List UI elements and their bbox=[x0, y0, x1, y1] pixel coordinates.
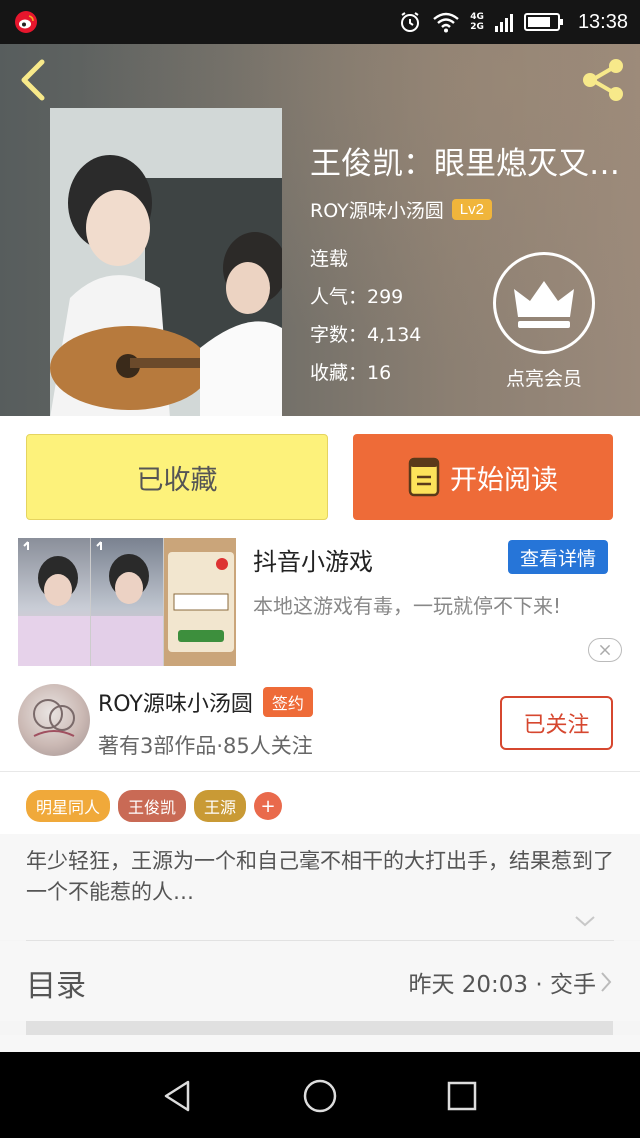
author-name-row: ROY源味小汤圆 签约 bbox=[98, 686, 313, 718]
tag-list: 明星同人 王俊凯 王源 + bbox=[26, 790, 283, 822]
level-badge: Lv2 bbox=[451, 199, 492, 220]
tag-chip[interactable]: 明星同人 bbox=[26, 790, 111, 822]
alarm-icon bbox=[401, 12, 420, 32]
author-meta: 著有3部作品·85人关注 bbox=[98, 734, 313, 758]
book-cover[interactable] bbox=[50, 108, 282, 416]
close-icon[interactable] bbox=[588, 638, 622, 662]
author-name[interactable]: ROY源味小汤圆 bbox=[310, 196, 444, 223]
chevron-right-icon bbox=[601, 972, 612, 992]
tags-area: 明星同人 王俊凯 王源 + bbox=[0, 772, 640, 834]
add-tag-button[interactable]: + bbox=[254, 792, 283, 820]
book-icon bbox=[408, 457, 440, 497]
cover-illustration bbox=[50, 108, 282, 416]
latest-chapter: 昨天 20:03 · 交手 bbox=[408, 972, 596, 998]
chevron-down-icon[interactable] bbox=[574, 914, 596, 928]
ad-panel-art bbox=[91, 541, 163, 666]
ad-panel-art bbox=[168, 552, 234, 652]
synopsis-text: 年少轻狂，王源为一个和自己毫不相干的大打出手，结果惹到了一个不能惹的人… bbox=[26, 849, 614, 904]
weibo-icon bbox=[15, 11, 37, 33]
favorited-button[interactable]: 已收藏 bbox=[26, 434, 328, 520]
vip-button[interactable] bbox=[493, 252, 595, 354]
word-count-stat: 字数：4,134 bbox=[310, 324, 422, 346]
wifi-icon bbox=[433, 12, 460, 33]
action-buttons: 已收藏 开始阅读 bbox=[0, 416, 640, 532]
system-nav-bar bbox=[0, 1052, 640, 1138]
book-header: 王俊凯：眼里熄灭又… ROY源味小汤圆 Lv2 连载 人气：299 字数：4,1… bbox=[0, 44, 640, 416]
author-card-name[interactable]: ROY源味小汤圆 bbox=[98, 686, 253, 718]
follow-button[interactable]: 已关注 bbox=[500, 696, 613, 750]
chapter-list-placeholder bbox=[26, 1021, 613, 1035]
ad-panel-art bbox=[18, 541, 90, 666]
back-arrow-icon[interactable] bbox=[14, 58, 54, 102]
status-bar: 4G 2G 13:38 bbox=[0, 0, 640, 44]
author-row[interactable]: ROY源味小汤圆 Lv2 bbox=[310, 196, 492, 223]
network-top-label: 4G bbox=[470, 12, 484, 22]
ad-detail-button[interactable]: 查看详情 bbox=[508, 540, 608, 574]
ad-image-panel-3 bbox=[164, 538, 236, 666]
synopsis[interactable]: 年少轻狂，王源为一个和自己毫不相干的大打出手，结果惹到了一个不能惹的人… bbox=[0, 834, 640, 940]
ad-image-panel-2 bbox=[91, 538, 164, 666]
start-reading-button[interactable]: 开始阅读 bbox=[353, 434, 613, 520]
serial-status: 连载 bbox=[310, 248, 349, 270]
clock: 13:38 bbox=[577, 10, 628, 33]
nav-back-icon[interactable] bbox=[160, 1078, 196, 1114]
signal-icon bbox=[494, 14, 513, 32]
tag-chip[interactable]: 王俊凯 bbox=[118, 790, 187, 822]
ad-banner[interactable]: 抖音小游戏 查看详情 本地这游戏有毒，一玩就停不下来! bbox=[0, 532, 640, 674]
popularity-stat: 人气：299 bbox=[310, 286, 404, 308]
share-icon[interactable] bbox=[580, 56, 628, 104]
nav-home-icon[interactable] bbox=[302, 1078, 338, 1114]
ad-description: 本地这游戏有毒，一玩就停不下来! bbox=[253, 594, 562, 618]
signed-badge: 签约 bbox=[262, 687, 313, 717]
avatar-art bbox=[33, 699, 75, 737]
author-card[interactable]: ROY源味小汤圆 签约 著有3部作品·85人关注 已关注 bbox=[0, 674, 640, 772]
ad-title[interactable]: 抖音小游戏 bbox=[253, 542, 373, 577]
crown-icon bbox=[514, 281, 574, 328]
network-type: 4G 2G bbox=[470, 12, 484, 32]
start-reading-label: 开始阅读 bbox=[450, 464, 558, 496]
bottom-spacer bbox=[0, 1035, 640, 1052]
avatar[interactable] bbox=[18, 684, 90, 756]
network-bottom-label: 2G bbox=[470, 22, 484, 32]
book-title: 王俊凯：眼里熄灭又… bbox=[310, 146, 620, 182]
vip-label[interactable]: 点亮会员 bbox=[488, 364, 600, 391]
tag-chip[interactable]: 王源 bbox=[194, 790, 247, 822]
nav-recent-icon[interactable] bbox=[444, 1078, 480, 1114]
ad-image-panel-1 bbox=[18, 538, 91, 666]
table-of-contents-row[interactable]: 目录 昨天 20:03 · 交手 bbox=[0, 941, 640, 1021]
toc-title: 目录 bbox=[26, 969, 86, 1004]
ad-image[interactable] bbox=[18, 538, 236, 666]
favorites-stat: 收藏：16 bbox=[310, 362, 392, 384]
battery-icon bbox=[523, 13, 563, 31]
